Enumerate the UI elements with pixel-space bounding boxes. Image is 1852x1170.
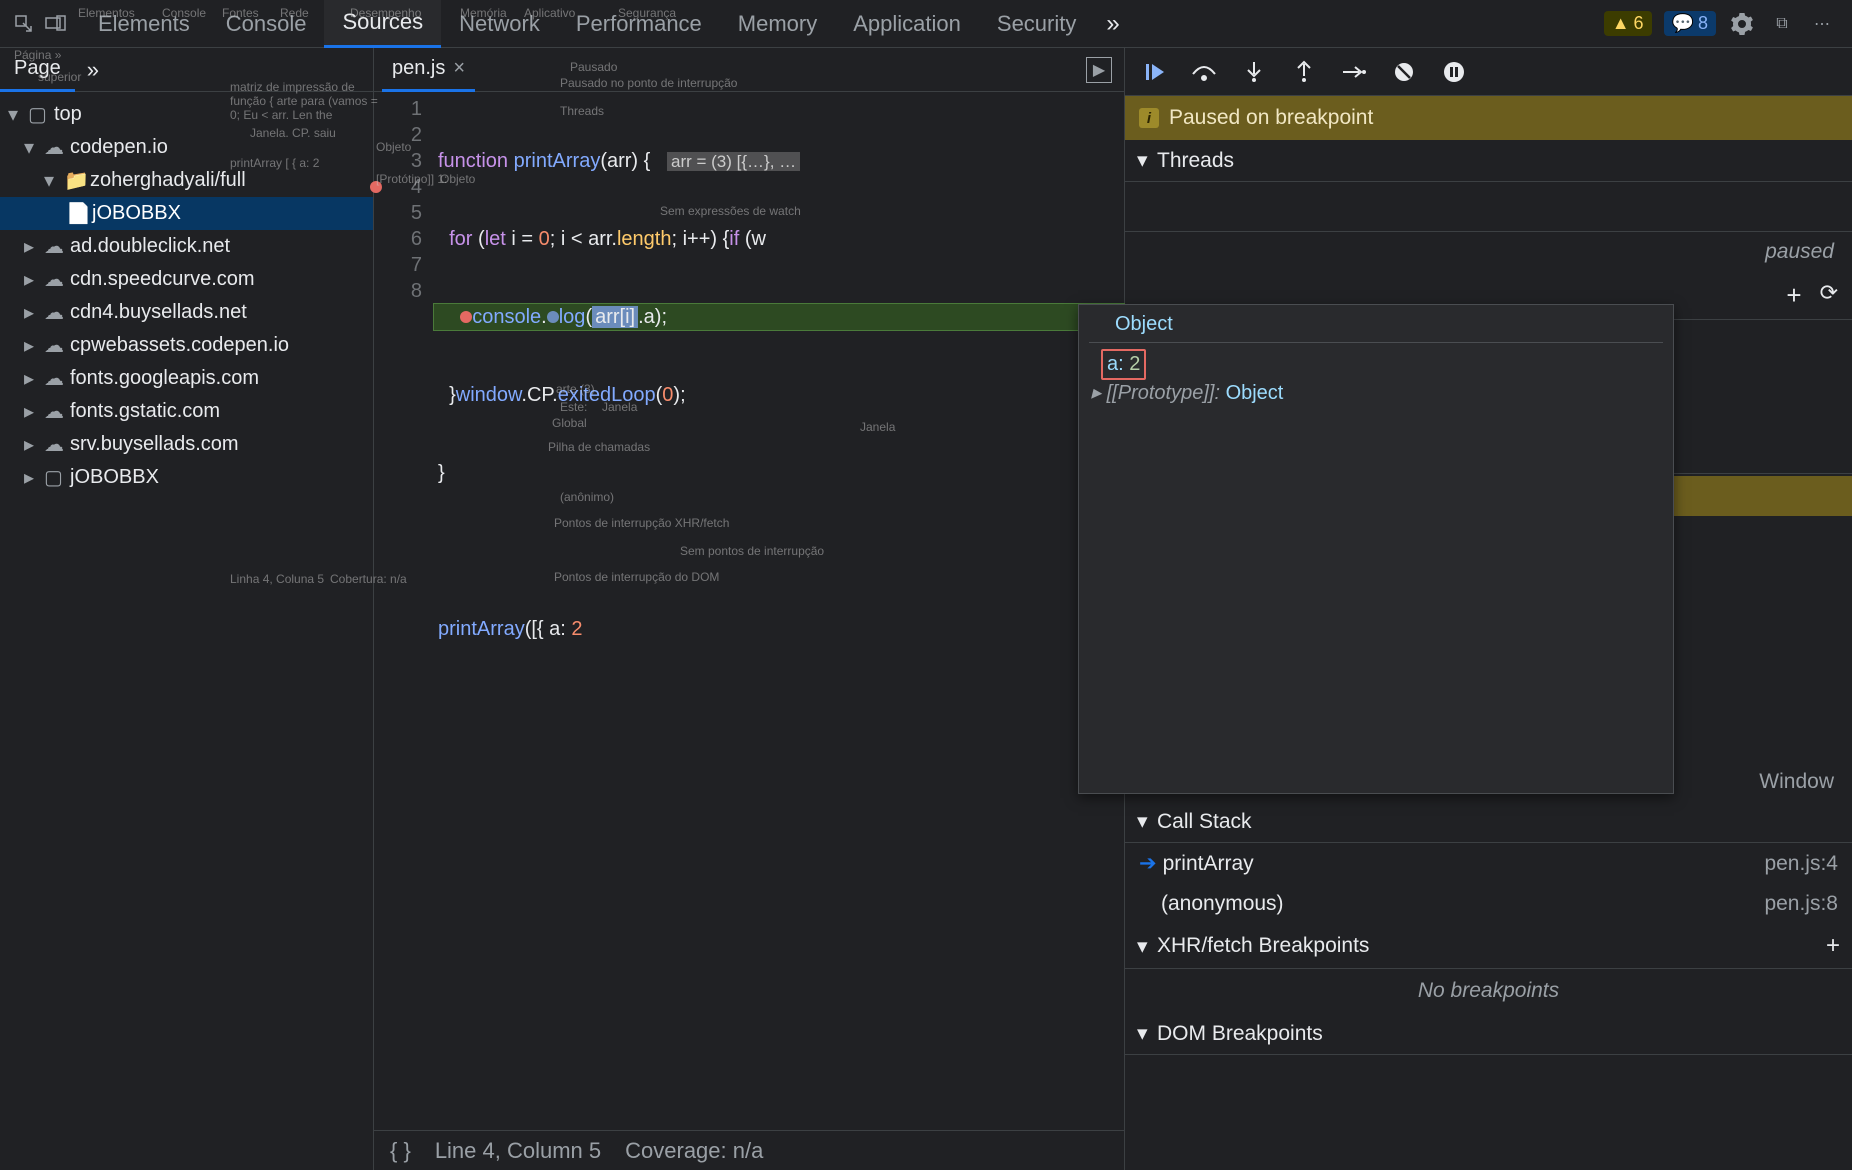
tree-file-active[interactable]: jOBOBBX [0,197,373,230]
value-inspector-popup: Object a: 2 ▸ [[Prototype]]: Object [1078,304,1674,794]
tree-googleapis[interactable]: ▸fonts.googleapis.com [0,362,373,395]
tab-performance[interactable]: Performance [558,0,720,48]
code-editor[interactable]: 1 2 3 4 5 6 7 8 function printArray(arr)… [374,92,1124,1130]
dock-icon[interactable]: ⧉ [1768,10,1796,38]
deactivate-breakpoints-icon[interactable] [1389,57,1419,87]
device-toggle-icon[interactable] [40,8,72,40]
threads-header[interactable]: ▾Threads [1125,140,1852,182]
step-into-icon[interactable] [1239,57,1269,87]
more-tabs-icon[interactable]: » [1106,10,1119,38]
close-tab-icon[interactable]: × [453,57,465,80]
tree-srv[interactable]: ▸srv.buysellads.com [0,428,373,461]
info-icon: i [1139,108,1159,128]
dom-breakpoints-header[interactable]: ▾DOM Breakpoints [1125,1013,1852,1055]
file-tree: ▾top ▾codepen.io ▾zoherghadyali/full jOB… [0,92,373,1170]
tab-network[interactable]: Network [441,0,558,48]
devtools-tabs-bar: Elements Console Sources Network Perform… [0,0,1852,48]
info-count: 8 [1698,13,1708,34]
run-snippet-icon[interactable]: ▶ [1086,57,1112,83]
settings-icon[interactable] [1728,10,1756,38]
resume-icon[interactable] [1139,57,1169,87]
line-gutter: 1 2 3 4 5 6 7 8 [374,92,434,1130]
file-tab-penjs[interactable]: pen.js × [382,48,475,92]
tab-memory[interactable]: Memory [720,0,835,48]
xhr-breakpoints-header[interactable]: ▾XHR/fetch Breakpoints+ [1125,924,1852,969]
tree-speedcurve[interactable]: ▸cdn.speedcurve.com [0,263,373,296]
stack-frame-0[interactable]: ➔printArray pen.js:4 [1125,843,1852,884]
page-tab[interactable]: Page [0,48,75,92]
stack-frame-1[interactable]: (anonymous) pen.js:8 [1125,884,1852,924]
tab-sources[interactable]: Sources [324,0,441,48]
tree-file2[interactable]: ▸jOBOBBX [0,461,373,494]
popup-prototype[interactable]: ▸ [[Prototype]]: Object [1091,380,1663,405]
tree-folder[interactable]: ▾zoherghadyali/full [0,164,373,197]
thread-row[interactable]: paused [1125,232,1852,272]
debug-toolbar [1125,48,1852,96]
tab-application[interactable]: Application [835,0,979,48]
step-icon[interactable] [1339,57,1369,87]
tree-top[interactable]: ▾top [0,98,373,131]
tab-elements[interactable]: Elements [80,0,208,48]
editor-panel: pen.js × ▶ 1 2 3 4 5 6 7 8 function prin… [374,48,1124,1170]
refresh-watch-icon[interactable]: ⟳ [1820,280,1838,311]
navigator-more-icon[interactable]: » [87,57,99,83]
info-badge[interactable]: 💬 8 [1664,11,1716,36]
add-xhr-bp-icon[interactable]: + [1826,932,1840,960]
cursor-position: Line 4, Column 5 [435,1138,601,1164]
paused-banner: i Paused on breakpoint [1125,96,1852,140]
step-out-icon[interactable] [1289,57,1319,87]
pretty-print-icon[interactable]: { } [390,1138,411,1164]
add-watch-icon[interactable]: + [1786,280,1801,311]
navigator-panel: Page » ▾top ▾codepen.io ▾zoherghadyali/f… [0,48,374,1170]
popup-type: Object [1115,313,1663,336]
coverage-info: Coverage: n/a [625,1138,763,1164]
tree-codepen[interactable]: ▾codepen.io [0,131,373,164]
tab-security[interactable]: Security [979,0,1094,48]
tree-ad[interactable]: ▸ad.doubleclick.net [0,230,373,263]
editor-status-bar: { } Line 4, Column 5 Coverage: n/a [374,1130,1124,1170]
kebab-menu-icon[interactable]: ⋯ [1808,10,1836,38]
breakpoint-marker[interactable] [370,181,382,193]
warnings-badge[interactable]: ▲ 6 [1604,11,1652,36]
popup-prop-a[interactable]: a: 2 [1101,349,1146,380]
callstack-header[interactable]: ▾Call Stack [1125,801,1852,843]
tree-buysellads[interactable]: ▸cdn4.buysellads.net [0,296,373,329]
pause-exceptions-icon[interactable] [1439,57,1469,87]
tab-console[interactable]: Console [208,0,325,48]
step-over-icon[interactable] [1189,57,1219,87]
tree-cpwebassets[interactable]: ▸cpwebassets.codepen.io [0,329,373,362]
code-lines: function printArray(arr) { arr = (3) [{…… [434,92,1124,1130]
no-breakpoints-msg: No breakpoints [1125,969,1852,1013]
tree-gstatic[interactable]: ▸fonts.gstatic.com [0,395,373,428]
inspect-icon[interactable] [8,8,40,40]
warnings-count: 6 [1634,13,1644,34]
